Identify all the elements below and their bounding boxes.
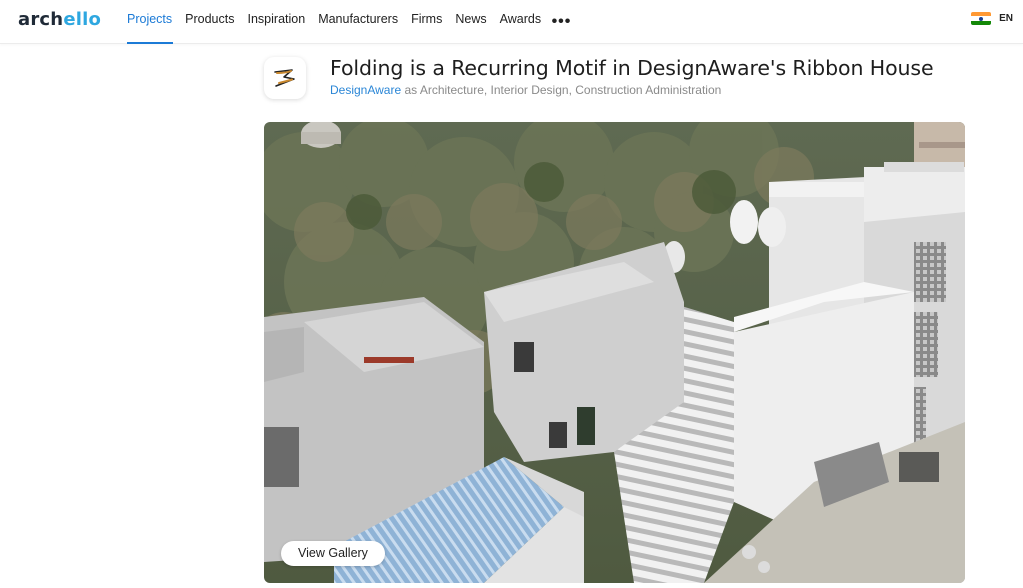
- india-flag-icon: [971, 12, 992, 25]
- nav-item-news[interactable]: News: [449, 0, 493, 44]
- view-gallery-button[interactable]: View Gallery: [281, 541, 385, 566]
- firm-logo[interactable]: [264, 57, 306, 99]
- firm-link[interactable]: DesignAware: [330, 83, 401, 97]
- language-selector[interactable]: EN: [971, 12, 1013, 25]
- logo-text-arch: arch: [18, 9, 64, 30]
- language-label: EN: [999, 13, 1013, 24]
- nav-item-projects[interactable]: Projects: [127, 0, 179, 44]
- nav-item-inspiration[interactable]: Inspiration: [241, 0, 312, 44]
- main-nav: Projects Products Inspiration Manufactur…: [127, 0, 571, 44]
- project-title: Folding is a Recurring Motif in DesignAw…: [330, 56, 934, 80]
- project-roles: as Architecture, Interior Design, Constr…: [401, 83, 722, 97]
- hero-image[interactable]: View Gallery: [264, 122, 965, 583]
- designaware-logo-icon: [274, 69, 295, 87]
- nav-item-firms[interactable]: Firms: [405, 0, 449, 44]
- nav-item-manufacturers[interactable]: Manufacturers: [312, 0, 405, 44]
- archello-logo[interactable]: archello: [18, 9, 101, 30]
- top-navigation-bar: archello Projects Products Inspiration M…: [0, 0, 1023, 44]
- logo-text-ello: ello: [63, 9, 102, 30]
- nav-item-products[interactable]: Products: [179, 0, 241, 44]
- project-subtitle: DesignAware as Architecture, Interior De…: [330, 83, 721, 97]
- more-menu-icon[interactable]: •••: [548, 5, 572, 39]
- nav-item-awards[interactable]: Awards: [493, 0, 547, 44]
- building-photo: [264, 122, 965, 583]
